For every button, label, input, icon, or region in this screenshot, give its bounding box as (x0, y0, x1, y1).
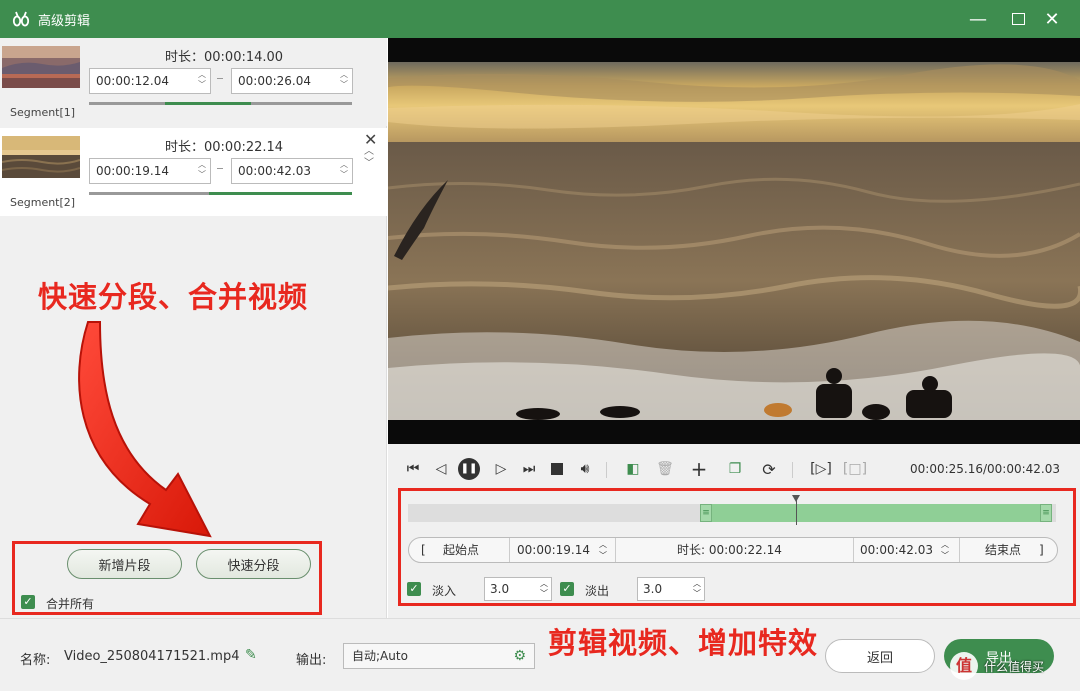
name-label: 名称: (20, 653, 51, 668)
segment-end-input[interactable]: 00:00:42.03 ︿ ﹀ (231, 158, 353, 184)
app-logo-icon (12, 10, 30, 28)
fade-in-label: 淡入 (432, 584, 457, 598)
segment-item[interactable]: Segment[2] 时长：00:00:22.14 00:00:19.14 ︿ ﹀ … (0, 128, 387, 216)
spinner-icon[interactable]: ︿ ﹀ (196, 70, 208, 92)
annotation-right: 剪辑视频、增加特效 (548, 626, 819, 660)
timeline-selection[interactable] (700, 504, 1046, 522)
back-button[interactable]: 返回 (825, 639, 935, 673)
set-start-button[interactable]: 起始点 (443, 538, 479, 562)
skip-start-icon[interactable]: ⏮ (402, 458, 424, 480)
copy-icon[interactable]: ❐ (724, 458, 746, 480)
playhead[interactable] (792, 495, 801, 525)
annotation-left: 快速分段、合并视频 (38, 280, 309, 314)
segment-start-input[interactable]: 00:00:19.14 ︿ ﹀ (89, 158, 211, 184)
split-icon[interactable]: ◧ (622, 458, 644, 480)
segment-duration: 时长：00:00:22.14 (165, 140, 284, 155)
start-time-input[interactable]: 00:00:19.14 (517, 538, 590, 562)
timecode: 00:00:25.16/00:00:42.03 (910, 462, 1060, 476)
playback-controls: ⏮ ◁ ❚❚ ▷ ⏭ 🔊︎ ◧ 🗑︎ + ❐ ⟳ [▷] [□] 00:00:2… (388, 452, 1080, 486)
watermark: 值 什么值得买 (950, 645, 1076, 687)
add-segment-button[interactable]: 新增片段 (67, 549, 182, 579)
segment-label: Segment[2] (10, 196, 76, 209)
red-arrow-icon (78, 321, 212, 538)
merge-all-label: 合并所有 (46, 597, 95, 611)
trim-start-handle[interactable]: ≡ (700, 504, 712, 522)
start-bracket-icon: [ (421, 543, 426, 557)
title-bar: 高级剪辑 (0, 0, 1080, 38)
prev-frame-icon[interactable]: ◁ (430, 458, 452, 480)
end-time-input[interactable]: 00:00:42.03 (860, 538, 933, 562)
pause-icon[interactable]: ❚❚ (458, 458, 480, 480)
delete-icon[interactable]: 🗑︎ (654, 458, 676, 480)
fade-out-input[interactable]: 3.0 ︿ ﹀ (637, 577, 705, 601)
add-icon[interactable]: + (688, 457, 710, 481)
segment-range-bar (89, 102, 352, 105)
next-frame-icon[interactable]: ▷ (490, 458, 512, 480)
reorder-icon[interactable]: ︿ ﹀ (364, 146, 374, 170)
edit-icon[interactable]: ✎ (245, 647, 257, 663)
settings-gear-icon[interactable]: ⚙ (513, 644, 526, 668)
timeline-track[interactable]: ≡ ≡ (408, 504, 1056, 522)
video-preview[interactable] (388, 38, 1080, 444)
minimize-icon[interactable]: — (958, 0, 998, 38)
output-select[interactable]: 自动;Auto ⚙ (343, 643, 535, 669)
segment-label: Segment[1] (10, 106, 76, 119)
fade-in-input[interactable]: 3.0 ︿ ﹀ (484, 577, 552, 601)
fade-in-checkbox[interactable]: ✓ (407, 582, 421, 596)
trim-end-handle[interactable]: ≡ (1040, 504, 1052, 522)
jump-start-marker-icon[interactable]: [▷] (810, 458, 832, 480)
segment-item[interactable]: Segment[1] 时长：00:00:14.00 00:00:12.04 ︿ ﹀ … (0, 38, 387, 126)
volume-icon[interactable]: 🔊︎ (574, 458, 596, 480)
merge-all-checkbox[interactable]: ✓ (21, 595, 35, 609)
output-label: 输出: (296, 653, 327, 668)
fade-out-checkbox[interactable]: ✓ (560, 582, 574, 596)
reset-icon[interactable]: ⟳ (758, 458, 780, 480)
range-dash (217, 78, 223, 79)
trim-row: [ 起始点 00:00:19.14 ︿ ﹀ 时长: 00:00:22.14 00:… (408, 537, 1058, 563)
window-title: 高级剪辑 (38, 13, 91, 29)
spinner-icon[interactable]: ︿ ﹀ (196, 160, 208, 182)
spinner-icon[interactable]: ︿ ﹀ (599, 539, 607, 563)
watermark-logo-icon: 值 (950, 652, 978, 680)
segment-thumbnail (2, 46, 80, 88)
jump-end-marker-icon[interactable]: [□] (843, 458, 867, 480)
segment-end-input[interactable]: 00:00:26.04 ︿ ﹀ (231, 68, 353, 94)
fast-split-button[interactable]: 快速分段 (196, 549, 311, 579)
skip-end-icon[interactable]: ⏭ (518, 458, 540, 480)
stop-icon[interactable] (546, 458, 568, 480)
segment-duration: 时长：00:00:14.00 (165, 50, 284, 65)
fade-out-label: 淡出 (585, 584, 610, 598)
segment-range-bar (89, 192, 352, 195)
spinner-icon[interactable]: ︿ ﹀ (338, 160, 350, 182)
range-dash (217, 168, 223, 169)
segment-start-input[interactable]: 00:00:12.04 ︿ ﹀ (89, 68, 211, 94)
segment-thumbnail (2, 136, 80, 178)
close-window-icon[interactable]: ✕ (1032, 0, 1072, 38)
end-bracket-icon: ] (1039, 543, 1044, 557)
set-end-button[interactable]: 结束点 (985, 538, 1021, 562)
filename: Video_250804171521.mp4 (64, 649, 240, 664)
spinner-icon[interactable]: ︿ ﹀ (338, 70, 350, 92)
trim-duration: 时长: 00:00:22.14 (677, 543, 782, 557)
spinner-icon[interactable]: ︿ ﹀ (941, 539, 949, 563)
